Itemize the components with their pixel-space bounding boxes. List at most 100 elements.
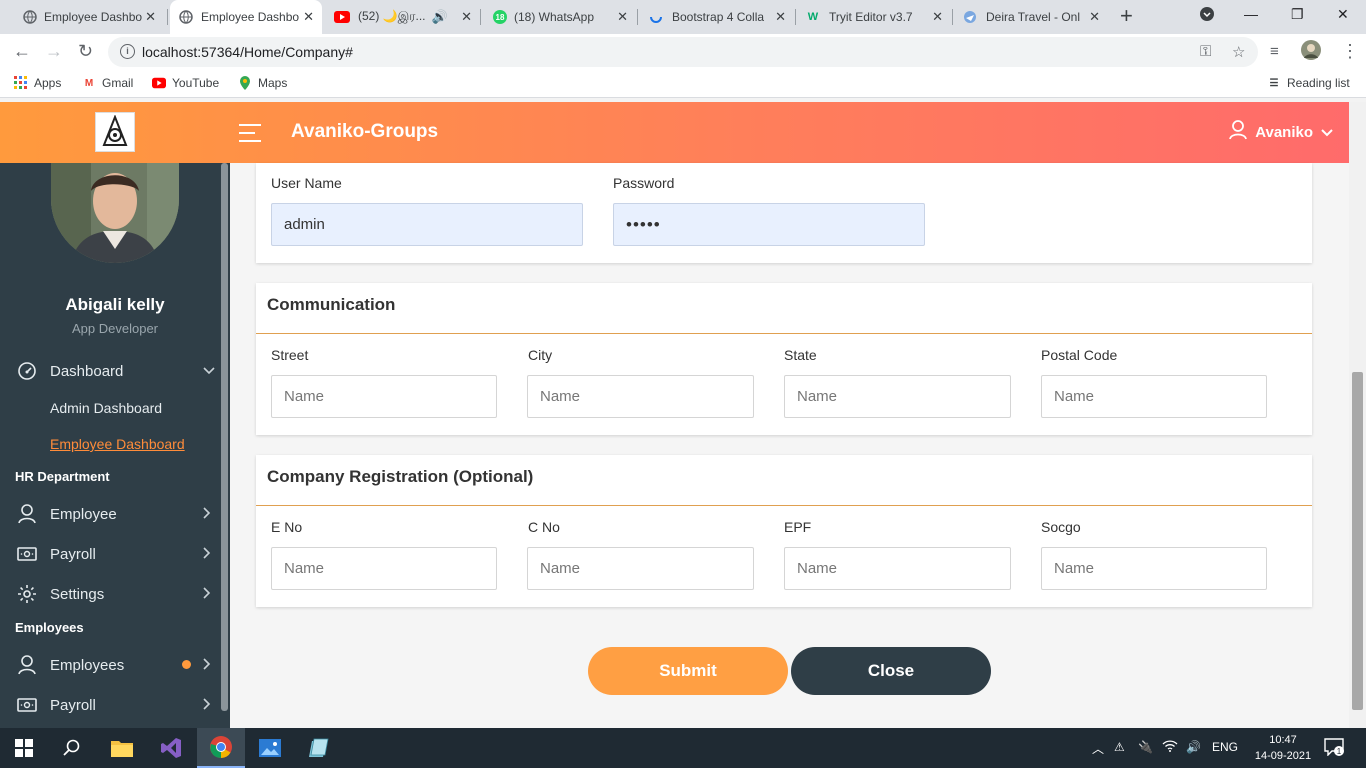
main-content: User Name Password ••••• Communication S… bbox=[230, 163, 1349, 728]
browser-tab-active[interactable]: Employee Dashbo ✕ bbox=[170, 0, 322, 34]
notepad-app-icon[interactable] bbox=[295, 728, 343, 768]
reading-list-label: Reading list bbox=[1287, 76, 1350, 90]
chevron-right-icon bbox=[203, 506, 211, 522]
volume-icon[interactable]: 🔊 bbox=[1186, 740, 1201, 754]
bookmark-label: Apps bbox=[34, 76, 62, 90]
sidebar-item-payroll[interactable]: Payroll bbox=[0, 536, 222, 572]
info-icon[interactable]: i bbox=[120, 44, 135, 59]
submit-button[interactable]: Submit bbox=[588, 647, 788, 695]
chevron-up-icon[interactable]: ︿ bbox=[1092, 740, 1104, 757]
tab-divider bbox=[952, 9, 953, 25]
windows-start-icon[interactable] bbox=[0, 728, 48, 768]
close-icon[interactable]: ✕ bbox=[775, 9, 786, 25]
browser-tab[interactable]: (52) 🌙இர... 🔊 ✕ bbox=[334, 0, 480, 34]
communication-title: Communication bbox=[267, 295, 396, 314]
youtube-icon bbox=[152, 76, 166, 90]
sidebar-item-payroll-2[interactable]: Payroll bbox=[0, 687, 222, 723]
bookmark-youtube[interactable]: YouTube bbox=[152, 76, 219, 90]
bookmark-label: YouTube bbox=[172, 76, 220, 90]
money-icon bbox=[16, 694, 38, 716]
language-indicator[interactable]: ENG bbox=[1212, 740, 1238, 754]
back-icon[interactable]: ← bbox=[13, 42, 31, 60]
close-icon[interactable]: ✕ bbox=[617, 9, 628, 25]
user-menu[interactable]: Avaniko bbox=[1229, 120, 1333, 144]
postal-code-label: Postal Code bbox=[1041, 347, 1118, 363]
gmail-icon: M bbox=[84, 77, 94, 89]
reload-icon[interactable]: ↻ bbox=[78, 42, 93, 60]
epf-input[interactable] bbox=[784, 547, 1011, 590]
power-plug-icon[interactable]: 🔌 bbox=[1138, 740, 1153, 754]
tray-app-icon[interactable]: ⚠ bbox=[1114, 740, 1125, 754]
speedometer-icon bbox=[16, 360, 38, 382]
bookmark-gmail[interactable]: M Gmail bbox=[82, 76, 134, 90]
close-button[interactable]: Close bbox=[791, 647, 991, 695]
bookmark-maps[interactable]: Maps bbox=[238, 76, 287, 90]
notification-center-icon[interactable]: 1 bbox=[1324, 738, 1344, 759]
sidebar-item-employee[interactable]: Employee bbox=[0, 496, 222, 532]
bookmark-apps[interactable]: Apps bbox=[14, 76, 61, 90]
tab-search-icon[interactable] bbox=[1199, 6, 1215, 25]
user-name: Avaniko bbox=[1255, 123, 1313, 141]
system-clock[interactable]: 10:47 14-09-2021 bbox=[1252, 732, 1314, 764]
omnibox[interactable]: i localhost:57364/Home/Company# ⚿ ☆ bbox=[108, 37, 1258, 67]
sidebar-item-settings[interactable]: Settings bbox=[0, 576, 222, 612]
company-logo[interactable] bbox=[95, 112, 135, 152]
reading-list[interactable]: ☰ Reading list bbox=[1267, 76, 1350, 90]
forward-icon[interactable]: → bbox=[45, 42, 63, 60]
chevron-down-icon bbox=[203, 364, 215, 378]
menu-kebab-icon[interactable]: ⋮ bbox=[1341, 42, 1359, 60]
speaker-icon[interactable]: 🔊 bbox=[432, 9, 448, 25]
windows-taskbar: ︿ ⚠ 🔌 🔊 ENG 10:47 14-09-2021 1 bbox=[0, 728, 1366, 768]
browser-tab[interactable]: 18 (18) WhatsApp ✕ bbox=[492, 0, 636, 34]
sidebar-item-label: Payroll bbox=[50, 545, 96, 563]
eno-label: E No bbox=[271, 519, 303, 535]
chevron-right-icon bbox=[203, 697, 211, 713]
search-icon[interactable] bbox=[48, 728, 96, 768]
sidebar-heading-hr: HR Department bbox=[15, 469, 110, 484]
eno-input[interactable] bbox=[271, 547, 497, 590]
photos-icon[interactable] bbox=[246, 728, 294, 768]
visual-studio-icon[interactable] bbox=[147, 728, 195, 768]
sidebar-subitem-admin-dashboard[interactable]: Admin Dashboard bbox=[50, 400, 162, 416]
page-scrollbar-thumb[interactable] bbox=[1352, 372, 1363, 710]
browser-tab[interactable]: Bootstrap 4 Colla ✕ bbox=[648, 0, 794, 34]
state-input[interactable] bbox=[784, 375, 1011, 418]
close-icon[interactable]: ✕ bbox=[145, 9, 156, 25]
close-icon[interactable]: ✕ bbox=[303, 9, 314, 25]
hamburger-menu-icon[interactable] bbox=[239, 124, 261, 142]
media-control-icon[interactable]: ≡ bbox=[1270, 43, 1279, 61]
close-icon[interactable]: ✕ bbox=[461, 9, 472, 25]
reading-list-icon: ☰ bbox=[1269, 77, 1279, 89]
key-icon[interactable]: ⚿ bbox=[1200, 43, 1211, 60]
bookmarks-bar: Apps M Gmail YouTube Maps ☰ Reading list bbox=[0, 70, 1366, 98]
maps-icon bbox=[238, 76, 252, 90]
sidebar-subitem-employee-dashboard[interactable]: Employee Dashboard bbox=[50, 436, 185, 452]
sidebar-item-employees[interactable]: Employees bbox=[0, 647, 222, 683]
maximize-icon[interactable]: ❐ bbox=[1291, 6, 1304, 23]
close-icon[interactable]: ✕ bbox=[1089, 9, 1100, 25]
street-input[interactable] bbox=[271, 375, 497, 418]
password-input[interactable]: ••••• bbox=[613, 203, 925, 246]
sidebar-heading-employees: Employees bbox=[15, 620, 84, 635]
profile-icon[interactable] bbox=[1301, 40, 1321, 63]
cno-input[interactable] bbox=[527, 547, 754, 590]
city-input[interactable] bbox=[527, 375, 754, 418]
postal-code-input[interactable] bbox=[1041, 375, 1267, 418]
close-icon[interactable]: ✕ bbox=[932, 9, 943, 25]
bookmark-star-icon[interactable]: ☆ bbox=[1232, 43, 1245, 61]
socgo-input[interactable] bbox=[1041, 547, 1267, 590]
minimize-icon[interactable]: — bbox=[1244, 6, 1258, 22]
sidebar-item-dashboard[interactable]: Dashboard bbox=[0, 353, 222, 389]
file-explorer-icon[interactable] bbox=[98, 728, 146, 768]
window-close-icon[interactable]: ✕ bbox=[1337, 6, 1349, 23]
browser-tab[interactable]: W Tryit Editor v3.7 ✕ bbox=[805, 0, 951, 34]
url-text[interactable]: localhost:57364/Home/Company# bbox=[142, 44, 353, 60]
browser-tab[interactable]: Deira Travel - Onl ✕ bbox=[962, 0, 1108, 34]
gear-icon bbox=[16, 583, 38, 605]
new-tab-button[interactable]: + bbox=[1120, 5, 1133, 27]
sidebar-scrollbar[interactable] bbox=[221, 163, 228, 711]
username-input[interactable] bbox=[271, 203, 583, 246]
chrome-icon[interactable] bbox=[197, 728, 245, 768]
wifi-icon[interactable] bbox=[1162, 740, 1178, 755]
browser-tab[interactable]: Employee Dashbo ✕ bbox=[22, 0, 164, 34]
